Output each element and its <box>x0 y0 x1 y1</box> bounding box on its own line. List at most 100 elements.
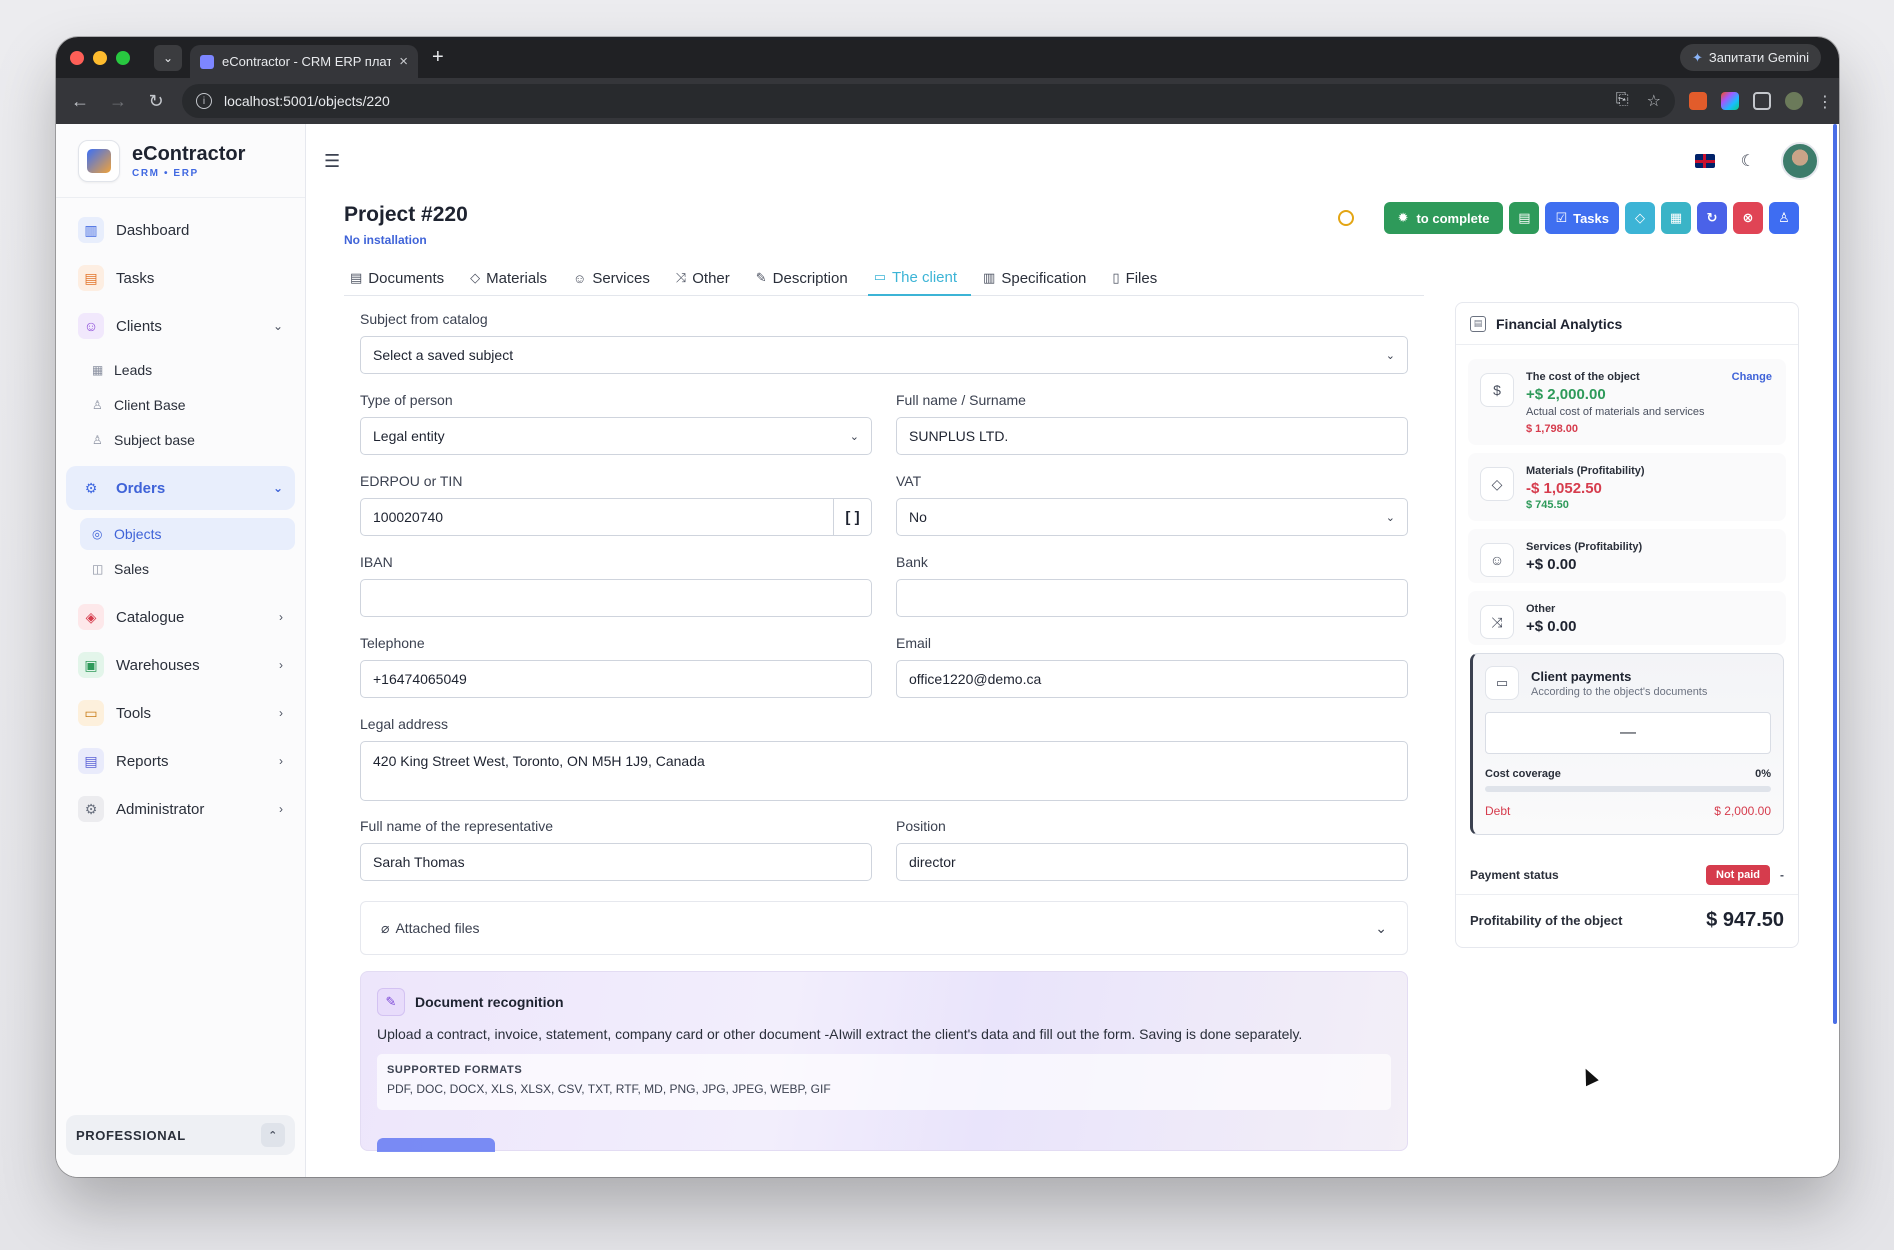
to-complete-button[interactable]: ✹ to complete <box>1383 202 1504 234</box>
sidebar-item-clients[interactable]: ☺ Clients ⌄ <box>66 306 295 346</box>
main-area: ☰ ☾ Project #220 No installation ✹ to co… <box>306 124 1839 1177</box>
plan-badge[interactable]: PROFESSIONAL ⌃ <box>66 1115 295 1155</box>
bookmark-star-icon[interactable]: ☆ <box>1647 91 1661 111</box>
new-tab-button[interactable]: + <box>432 46 444 69</box>
type-select[interactable]: Legal entity ⌄ <box>360 417 872 455</box>
sidebar-item-tasks[interactable]: ▤ Tasks <box>66 258 295 298</box>
iban-input[interactable] <box>360 579 872 617</box>
subject-select[interactable]: Select a saved subject ⌄ <box>360 336 1408 374</box>
tab-the-client[interactable]: ▭ The client <box>867 260 972 296</box>
tasks-button[interactable]: ☑ Tasks <box>1545 202 1619 234</box>
dark-mode-moon-icon[interactable]: ☾ <box>1741 151 1755 171</box>
sidebar-item-dashboard[interactable]: ▥ Dashboard <box>66 210 295 250</box>
sidebar-subitem-subject-base[interactable]: ♙ Subject base <box>66 424 295 456</box>
upload-button[interactable] <box>377 1138 495 1152</box>
refresh-button[interactable]: ↻ <box>1697 202 1727 234</box>
brand[interactable]: eContractor CRM • ERP <box>56 124 305 198</box>
other-title: Other <box>1526 603 1556 615</box>
sidebar-subitem-leads[interactable]: ▦ Leads <box>66 354 295 386</box>
sidebar-item-administrator[interactable]: ⚙ Administrator › <box>66 789 295 829</box>
tab-label: Specification <box>1001 269 1087 287</box>
tab-label: The client <box>892 268 958 286</box>
sidebar-subitem-client-base[interactable]: ♙ Client Base <box>66 389 295 421</box>
profile-icon[interactable] <box>1785 92 1803 110</box>
vat-select-value: No <box>909 509 927 525</box>
email-label: Email <box>896 635 932 651</box>
window-controls <box>70 50 130 65</box>
phone-input[interactable]: +16474065049 <box>360 660 872 698</box>
address-textarea[interactable]: 420 King Street West, Toronto, ON M5H 1J… <box>360 741 1408 801</box>
tab-documents[interactable]: ▤ Documents <box>344 260 458 296</box>
site-info-icon[interactable]: i <box>196 93 212 109</box>
change-cost-link[interactable]: Change <box>1732 371 1772 383</box>
tab-description[interactable]: ✎ Description <box>750 260 862 296</box>
menu-toggle-icon[interactable]: ☰ <box>324 151 340 172</box>
extension-icon[interactable] <box>1689 92 1707 110</box>
to-complete-label: to complete <box>1416 210 1490 226</box>
fullname-label: Full name / Surname <box>896 392 1026 408</box>
address-bar[interactable]: i localhost:5001/objects/220 ⎘ ☆ <box>182 84 1675 118</box>
email-input[interactable]: office1220@demo.ca <box>896 660 1408 698</box>
fullname-value: SUNPLUS LTD. <box>909 428 1009 444</box>
page-scrollbar[interactable] <box>1833 124 1837 1024</box>
user-icon: ♙ <box>92 433 103 447</box>
vat-select[interactable]: No ⌄ <box>896 498 1408 536</box>
bank-label: Bank <box>896 554 928 570</box>
sidebar-item-warehouses[interactable]: ▣ Warehouses › <box>66 645 295 685</box>
cube-button[interactable]: ◇ <box>1625 202 1655 234</box>
vat-field: VAT No ⌄ <box>896 473 1408 536</box>
minimize-window-button[interactable] <box>93 50 107 65</box>
magic-wand-icon: ✎ <box>377 988 405 1016</box>
sidebar-subitem-objects[interactable]: ◎ Objects <box>80 518 295 550</box>
sidebar-item-label: Dashboard <box>116 221 190 239</box>
sidebar-item-tools[interactable]: ▭ Tools › <box>66 693 295 733</box>
maximize-window-button[interactable] <box>116 50 130 65</box>
project-subtitle: No installation <box>344 233 427 247</box>
tab-specification[interactable]: ▥ Specification <box>977 260 1100 296</box>
cost-note: Actual cost of materials and services <box>1526 406 1705 418</box>
bank-input[interactable] <box>896 579 1408 617</box>
tab-services[interactable]: ☺ Services <box>567 260 664 296</box>
cost-actual: $ 1,798.00 <box>1526 423 1578 435</box>
chevron-right-icon: › <box>279 658 283 672</box>
tab-materials[interactable]: ◇ Materials <box>464 260 561 296</box>
language-flag-icon[interactable] <box>1694 154 1715 168</box>
calculator-button[interactable]: ▦ <box>1661 202 1691 234</box>
avatar[interactable] <box>1781 142 1819 180</box>
attached-files-accordion[interactable]: ⌀ Attached files ⌄ <box>360 901 1408 955</box>
cancel-button[interactable]: ⊗ <box>1733 202 1763 234</box>
user-button[interactable]: ♙ <box>1769 202 1799 234</box>
sidebar-item-reports[interactable]: ▤ Reports › <box>66 741 295 781</box>
sidebar-item-catalogue[interactable]: ◈ Catalogue › <box>66 597 295 637</box>
position-input[interactable]: director <box>896 843 1408 881</box>
reload-icon[interactable]: ↻ <box>144 91 168 112</box>
url-text[interactable]: localhost:5001/objects/220 <box>224 93 390 109</box>
close-tab-icon[interactable]: × <box>399 53 408 70</box>
tab-search-button[interactable]: ⌄ <box>154 44 182 71</box>
shuffle-icon: ⤨ <box>675 270 687 285</box>
edit-square-icon: ☑ <box>1555 210 1568 225</box>
tab-other[interactable]: ⤨ Other <box>670 260 744 296</box>
figma-extension-icon[interactable] <box>1721 92 1739 110</box>
document-button[interactable]: ▤ <box>1509 202 1540 234</box>
install-app-icon[interactable]: ⎘ <box>1616 91 1629 111</box>
tab-files[interactable]: ▯ Files <box>1106 260 1171 296</box>
forward-icon[interactable]: → <box>106 91 130 112</box>
browser-menu-icon[interactable]: ⋮ <box>1817 92 1833 111</box>
browser-tab[interactable]: eContractor - CRM ERP плат × <box>190 45 418 78</box>
sidebar-item-orders[interactable]: ⚙ Orders ⌄ <box>66 466 295 510</box>
tab-label: Materials <box>486 269 548 287</box>
edrpou-input[interactable]: 100020740 [ ] <box>360 498 872 536</box>
app: eContractor CRM • ERP ▥ Dashboard ▤ Task… <box>56 124 1839 1177</box>
fullname-input[interactable]: SUNPLUS LTD. <box>896 417 1408 455</box>
puzzle-extensions-icon[interactable] <box>1753 92 1771 110</box>
chevron-up-icon[interactable]: ⌃ <box>261 1123 285 1147</box>
close-window-button[interactable] <box>70 50 84 65</box>
gemini-button[interactable]: ✦ Запитати Gemini <box>1679 44 1821 71</box>
close-circle-icon: ⊗ <box>1742 210 1754 225</box>
address-label: Legal address <box>360 716 448 732</box>
back-icon[interactable]: ← <box>68 91 92 112</box>
scan-lookup-icon[interactable]: [ ] <box>833 499 871 535</box>
sidebar-subitem-sales[interactable]: ◫ Sales <box>66 553 295 585</box>
representative-input[interactable]: Sarah Thomas <box>360 843 872 881</box>
